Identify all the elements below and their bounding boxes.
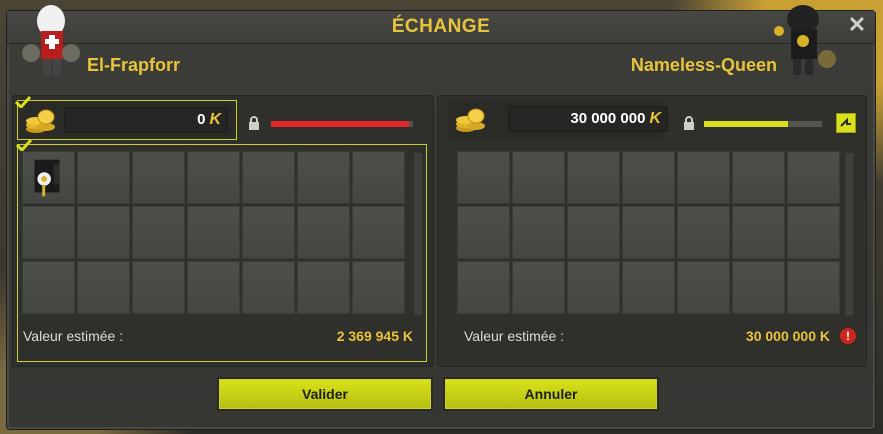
item-slot (677, 261, 730, 314)
close-icon[interactable]: ✕ (847, 14, 867, 36)
item-slot (622, 151, 675, 204)
item-slot (677, 206, 730, 259)
item-slot (787, 206, 840, 259)
left-player-name: El-Frapforr (87, 55, 181, 75)
left-items-grid (22, 151, 408, 317)
item-slot (732, 206, 785, 259)
exchange-window: ÉCHANGE ✕ El-Frapforr Nameless-Queen 0 K… (6, 5, 876, 430)
check-icon (15, 96, 31, 108)
lock-icon (249, 116, 259, 130)
left-value-label: Valeur estimée : (23, 328, 124, 344)
item-slot[interactable] (22, 151, 75, 204)
left-ready-bar (271, 121, 413, 127)
item-slot (787, 151, 840, 204)
item-slot (512, 206, 565, 259)
left-kamas-value: 0 (197, 111, 206, 128)
item-slot[interactable] (352, 151, 405, 204)
toggle-arrow-icon (840, 117, 851, 127)
item-slot[interactable] (187, 261, 240, 314)
left-kamas-input[interactable]: 0K (64, 107, 228, 133)
right-ready-bar-fill (704, 121, 788, 127)
item-icon (34, 159, 60, 197)
validate-button[interactable]: Valider (217, 377, 433, 411)
right-kamas-value: 30 000 000 (570, 110, 646, 127)
item-slot (622, 261, 675, 314)
left-kamas-box: 0K (17, 100, 237, 140)
item-slot (457, 151, 510, 204)
item-slot (732, 261, 785, 314)
item-slot (567, 151, 620, 204)
right-exchange-panel: 30 000 000 K Valeur estimée: 30 000 000… (437, 95, 867, 367)
left-player-avatar (22, 5, 80, 75)
item-slot[interactable] (187, 151, 240, 204)
right-kamas-box: 30 000 000 K (448, 100, 668, 138)
right-player-avatar (774, 5, 836, 75)
item-slot (567, 206, 620, 259)
item-slot[interactable] (242, 151, 295, 204)
right-kamas-display: 30 000 000 K (508, 106, 668, 132)
right-scrollbar[interactable] (845, 153, 853, 315)
left-exchange-panel: 0K Valeur estimée: 2 369 945 K (12, 95, 434, 367)
left-value-amount: 2 369 945 K (336, 328, 413, 344)
left-scrollbar[interactable] (414, 153, 422, 315)
item-slot[interactable] (132, 151, 185, 204)
item-slot[interactable] (242, 206, 295, 259)
item-slot[interactable] (132, 261, 185, 314)
lock-icon (684, 116, 694, 130)
warning-icon: ! (840, 328, 856, 344)
item-slot (457, 206, 510, 259)
window-titlebar[interactable]: ÉCHANGE ✕ (7, 11, 875, 44)
item-slot[interactable] (352, 261, 405, 314)
item-slot[interactable] (77, 151, 130, 204)
item-slot[interactable] (352, 206, 405, 259)
check-icon (16, 139, 32, 151)
item-slot[interactable] (77, 206, 130, 259)
coin-stack-icon (26, 109, 55, 133)
kamas-icon: K (209, 111, 221, 128)
item-slot[interactable] (77, 261, 130, 314)
item-slot[interactable] (22, 206, 75, 259)
item-slot (787, 261, 840, 314)
window-title: ÉCHANGE (391, 16, 491, 37)
left-ready-bar-fill (271, 121, 409, 127)
item-slot[interactable] (242, 261, 295, 314)
item-slot (512, 151, 565, 204)
item-slot[interactable] (297, 206, 350, 259)
item-slot (622, 206, 675, 259)
right-player-name: Nameless-Queen (630, 55, 777, 75)
right-ready-bar (704, 121, 822, 127)
item-slot (457, 261, 510, 314)
item-slot[interactable] (187, 206, 240, 259)
item-slot[interactable] (132, 206, 185, 259)
item-slot[interactable] (22, 261, 75, 314)
item-slot[interactable] (297, 151, 350, 204)
kamas-icon: K (649, 110, 661, 127)
toggle-icon[interactable] (836, 113, 856, 133)
item-slot (677, 151, 730, 204)
right-value-label: Valeur estimée : (464, 328, 565, 344)
cancel-button[interactable]: Annuler (443, 377, 659, 411)
item-slot (567, 261, 620, 314)
item-slot (512, 261, 565, 314)
right-items-grid (457, 151, 843, 317)
coin-stack-icon (456, 108, 485, 132)
right-value-amount: 30 000 000 K (745, 328, 830, 344)
item-slot (732, 151, 785, 204)
item-slot[interactable] (297, 261, 350, 314)
